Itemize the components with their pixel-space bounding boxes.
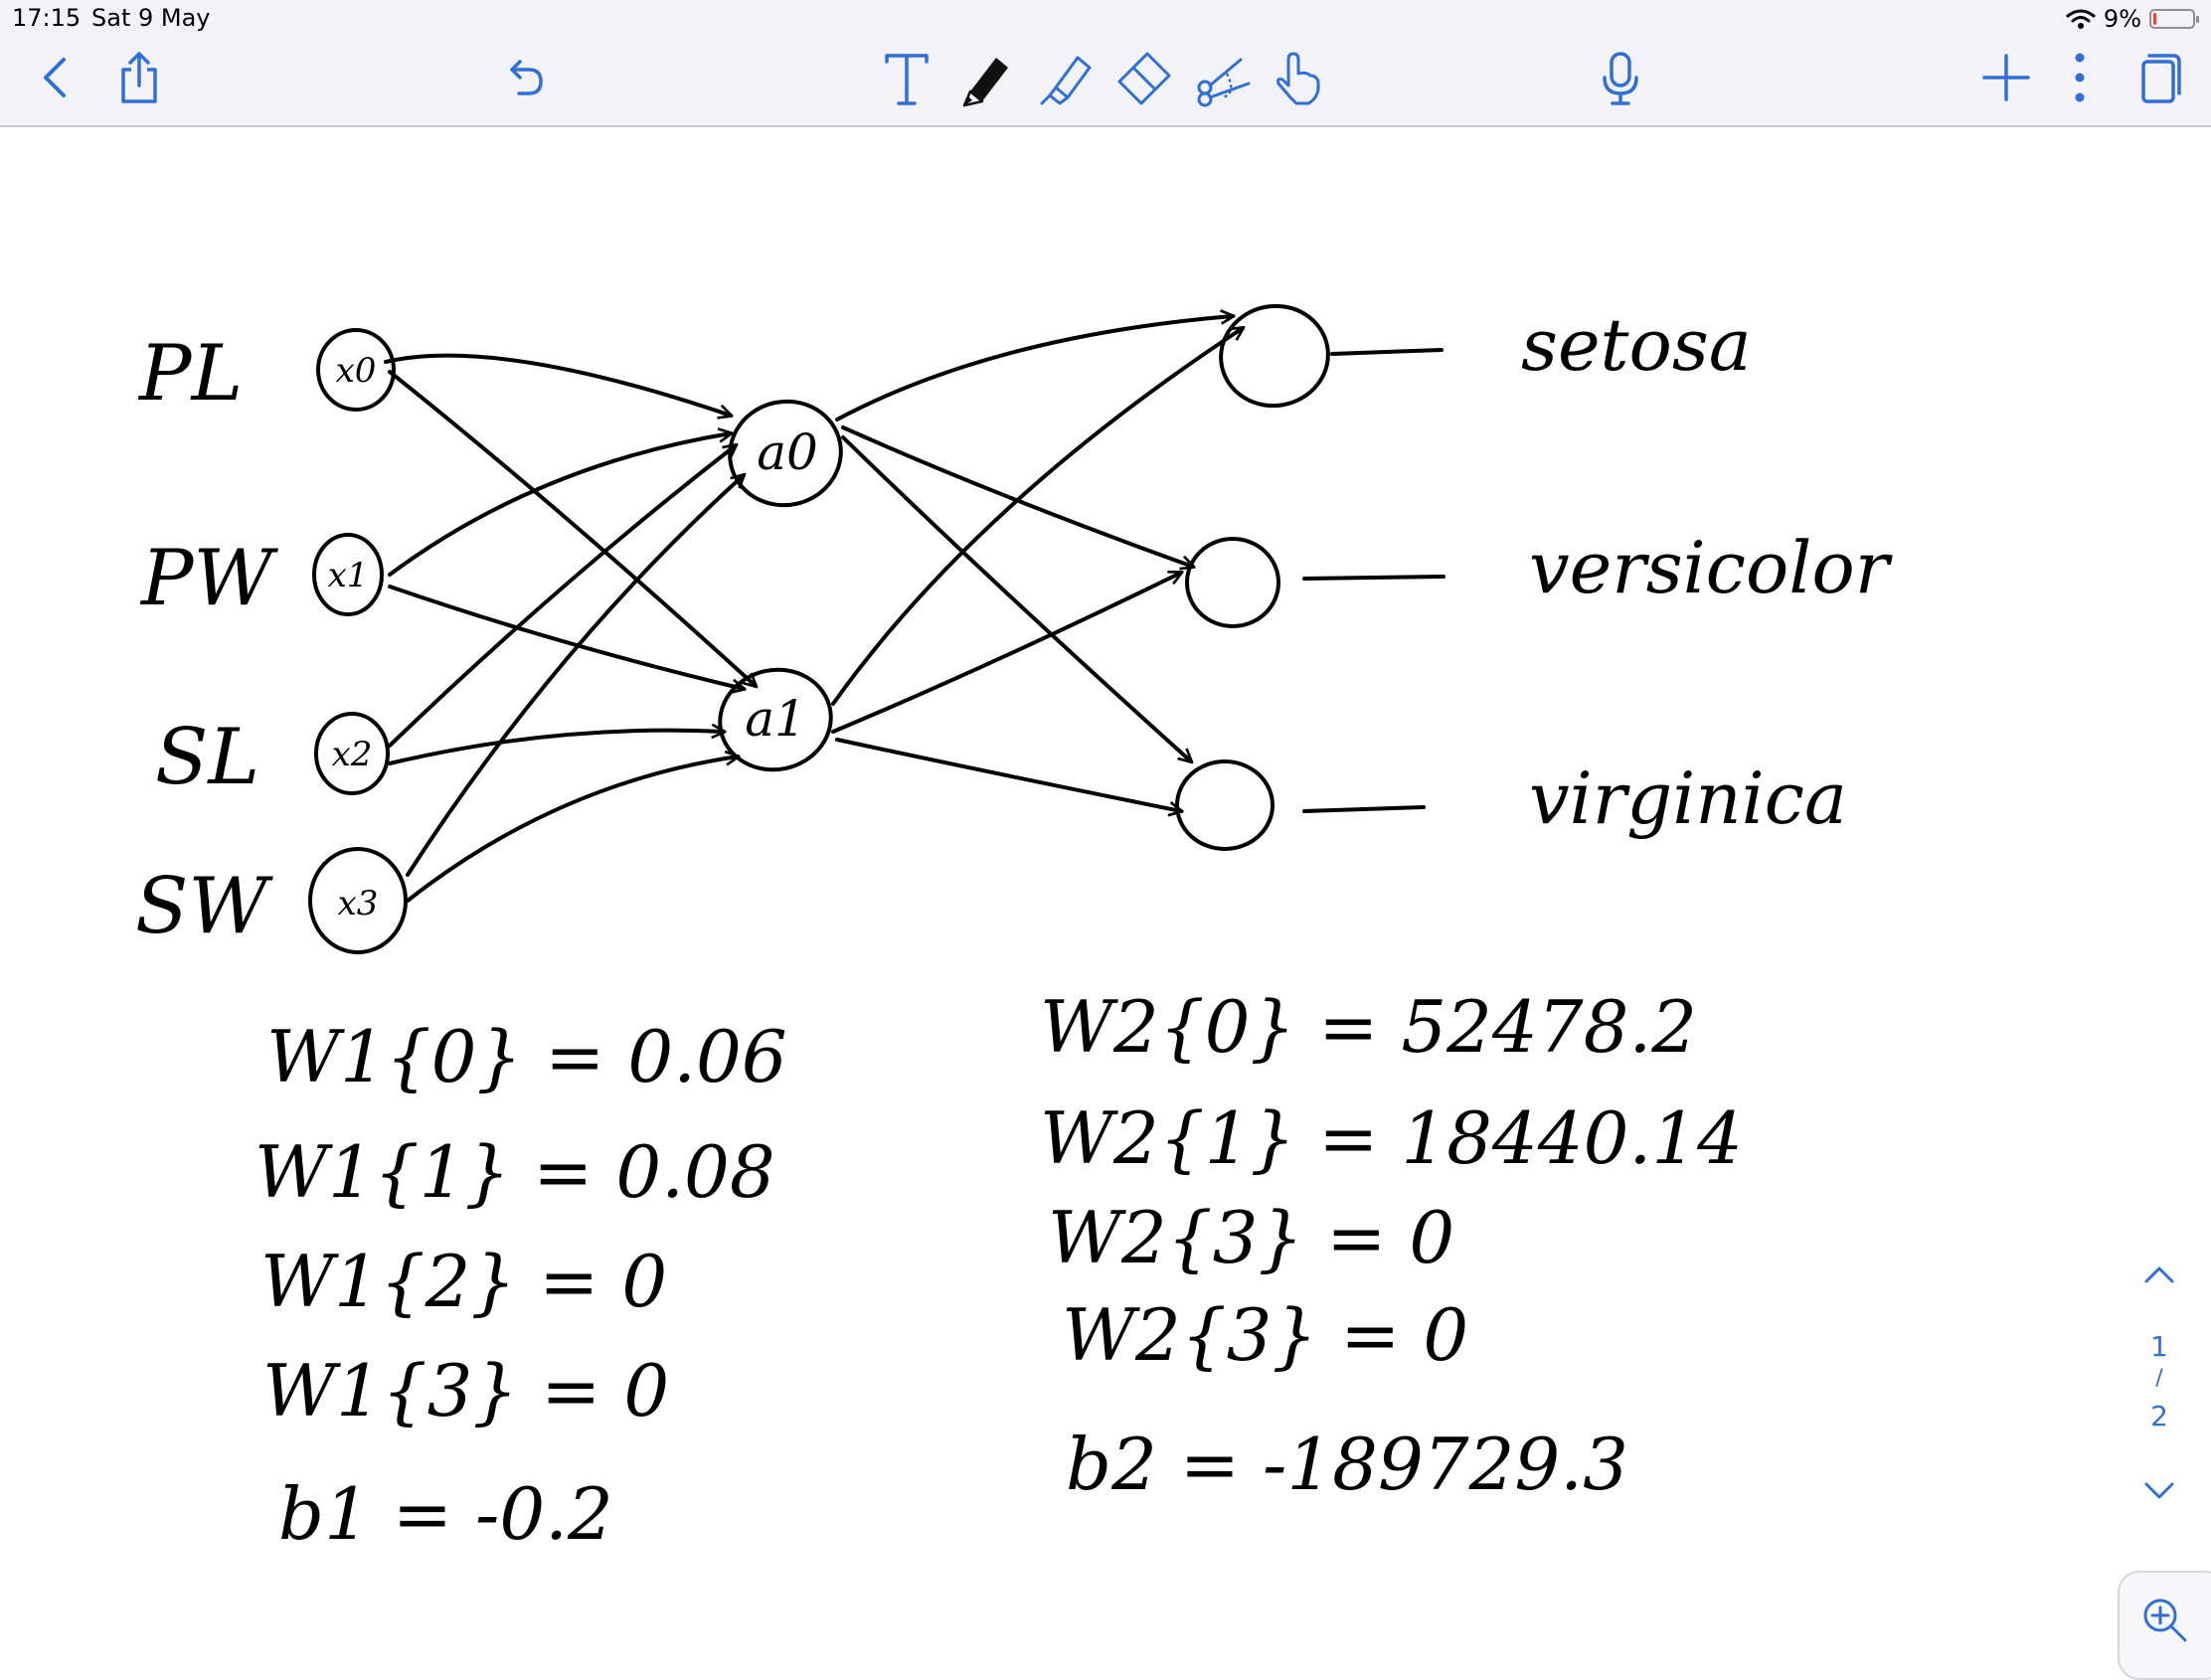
w2-line-1: W2{1} = 18440.14	[1040, 1096, 1743, 1180]
w1-line-0: W1{0} = 0.06	[266, 1015, 787, 1098]
battery-icon	[2149, 9, 2199, 29]
w1-line-1: W1{1} = 0.08	[255, 1130, 775, 1214]
page-current: 1	[2150, 1330, 2168, 1363]
node-label-a0: a0	[757, 423, 818, 481]
node-label-a1: a1	[745, 690, 806, 748]
handwritten-notes: PL PW SL SW x0 x1 x2 x3 a0 a1 setosa ver…	[135, 303, 1893, 1556]
output-line-versicolor	[1302, 575, 1446, 581]
pen-icon[interactable]	[954, 46, 1018, 109]
input-label-pl: PL	[137, 329, 243, 419]
page-total: 2	[2150, 1400, 2168, 1432]
output-label-setosa: setosa	[1521, 303, 1752, 387]
page-view-icon[interactable]	[2127, 46, 2191, 109]
node-y2	[1175, 759, 1275, 851]
w1-line-2: W1{2} = 0	[260, 1240, 667, 1323]
undo-icon[interactable]	[491, 46, 555, 109]
zoom-button[interactable]	[2118, 1571, 2211, 1680]
edge-x0-a1	[388, 370, 756, 686]
w2-line-0: W2{0} = 52478.2	[1040, 985, 1697, 1069]
back-chevron-icon[interactable]	[24, 46, 87, 109]
edge-a1-y0	[831, 328, 1243, 706]
more-icon[interactable]	[2048, 46, 2112, 109]
note-canvas[interactable]: PL PW SL SW x0 x1 x2 x3 a0 a1 setosa ver…	[0, 127, 2211, 1658]
node-y1	[1185, 537, 1280, 628]
output-line-virginica	[1302, 805, 1426, 813]
node-label-x0: x0	[336, 351, 377, 391]
node-label-x1: x1	[328, 556, 369, 595]
edge-a0-y0	[835, 316, 1233, 421]
page-separator: /	[2155, 1366, 2163, 1391]
w1-line-3: W1{3} = 0	[262, 1349, 669, 1432]
hand-pointer-icon[interactable]	[1265, 46, 1328, 109]
b2-line: b2 = -189729.3	[1066, 1423, 1628, 1506]
output-line-setosa	[1330, 348, 1444, 356]
edge-x1-a1	[388, 585, 744, 689]
lasso-scissors-icon[interactable]	[1191, 46, 1255, 109]
wifi-icon	[2066, 9, 2096, 29]
text-tool-icon[interactable]	[875, 46, 938, 109]
status-time: 17:15	[12, 4, 82, 32]
output-label-virginica: virginica	[1529, 756, 1847, 840]
microphone-icon[interactable]	[1589, 46, 1652, 109]
top-toolbar: 17:15 Sat 9 May 9%	[0, 0, 2211, 127]
edge-x3-a1	[406, 756, 738, 903]
w2-line-3: W2{3} = 0	[1062, 1293, 1468, 1377]
page-down-chevron-icon[interactable]	[2129, 1471, 2189, 1511]
highlighter-icon[interactable]	[1034, 46, 1098, 109]
input-label-sl: SL	[155, 713, 259, 802]
node-label-x3: x3	[338, 884, 379, 924]
add-icon[interactable]	[1974, 46, 2038, 109]
page-up-chevron-icon[interactable]	[2129, 1255, 2189, 1294]
edge-x2-a0	[388, 445, 736, 748]
edge-a1-y2	[835, 738, 1181, 811]
status-indicators: 9%	[2066, 4, 2199, 34]
page-navigator: 1 / 2	[2129, 1255, 2189, 1513]
b1-line: b1 = -0.2	[278, 1472, 613, 1556]
edge-x2-a1	[388, 731, 724, 765]
w2-line-2: W2{3} = 0	[1048, 1196, 1454, 1279]
status-date: Sat 9 May	[91, 4, 211, 32]
input-label-sw: SW	[135, 862, 273, 951]
eraser-icon[interactable]	[1111, 46, 1175, 109]
battery-percent: 9%	[2103, 5, 2141, 33]
output-label-versicolor: versicolor	[1529, 526, 1893, 609]
node-label-x2: x2	[332, 735, 373, 774]
edge-x1-a0	[388, 433, 731, 577]
input-label-pw: PW	[139, 534, 278, 623]
share-icon[interactable]	[107, 46, 171, 109]
edge-a0-y2	[841, 435, 1191, 761]
zoom-in-icon	[2143, 1598, 2187, 1642]
edge-x0-a0	[384, 353, 731, 416]
